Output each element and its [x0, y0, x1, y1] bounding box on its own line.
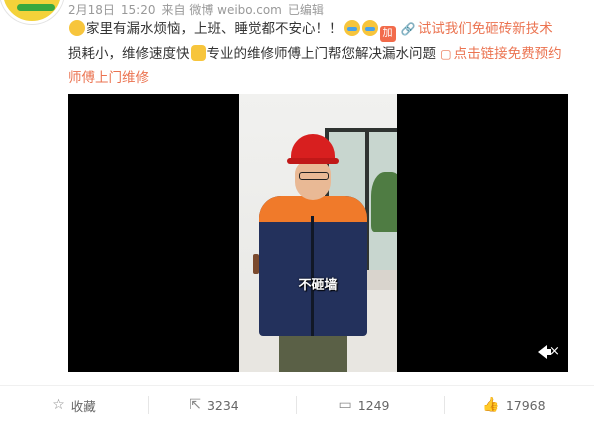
comment-count: 1249 [357, 397, 390, 413]
crying-emoji-icon [361, 20, 378, 36]
speaker-muted-icon [538, 344, 551, 359]
link-new-tech-label: 试试我们免砸砖新技术 [417, 21, 553, 37]
worker-figure [259, 134, 379, 372]
like-count: 17968 [505, 397, 546, 413]
post-source[interactable]: 来自 微博 weibo.com [162, 3, 282, 17]
favorite-button[interactable]: ☆ 收藏 [0, 386, 148, 424]
jiayou-emoji-icon: 加 [379, 26, 396, 42]
link-new-tech[interactable]: 🔗 试试我们免砸砖新技术 [401, 21, 553, 37]
crying-emoji-icon [343, 20, 360, 36]
star-icon: ☆ [52, 397, 65, 413]
repost-count: 3234 [206, 397, 239, 413]
post-text: 家里有漏水烦恼，上班、睡觉都不安心！！ 加 🔗 试试我们免砸砖新技术 损耗小，维修速… [68, 17, 564, 90]
thumbs-up-emoji-icon [190, 45, 206, 61]
mute-button[interactable]: × [538, 344, 560, 359]
post-text-b: 损耗小，维修速度快 [68, 46, 190, 62]
comment-icon: ▭ [338, 397, 352, 413]
repost-button[interactable]: ⇱ 3234 [140, 386, 288, 424]
avatar[interactable] [0, 0, 64, 24]
link-icon: 🔗 [400, 22, 416, 36]
post-text-a: 家里有漏水烦恼，上班、睡觉都不安心！！ [86, 21, 343, 37]
video-player[interactable]: 不砸墙 × [68, 94, 568, 372]
edited-label[interactable]: 已编辑 [288, 3, 324, 17]
video-frame[interactable] [239, 94, 397, 372]
post-date[interactable]: 2月18日 [68, 3, 115, 17]
video-caption: 不砸墙 [298, 278, 338, 293]
like-button[interactable]: 👍 17968 [440, 386, 588, 424]
laugh-cry-emoji-icon [69, 20, 85, 36]
comment-button[interactable]: ▭ 1249 [290, 386, 438, 424]
video-link-icon: ▢ [440, 47, 452, 61]
favorite-label: 收藏 [70, 398, 96, 414]
thumbs-up-icon: 👍 [482, 397, 500, 413]
action-bar: ☆ 收藏 ⇱ 3234 ▭ 1249 👍 17968 [0, 385, 594, 424]
post-text-c: 专业的维修师傅上门帮您解决漏水问题 [206, 46, 437, 62]
post-time[interactable]: 15:20 [121, 3, 156, 17]
share-icon: ⇱ [189, 397, 201, 413]
post-meta: 2月18日 15:20 来自 微博 weibo.com 已编辑 [68, 1, 330, 18]
